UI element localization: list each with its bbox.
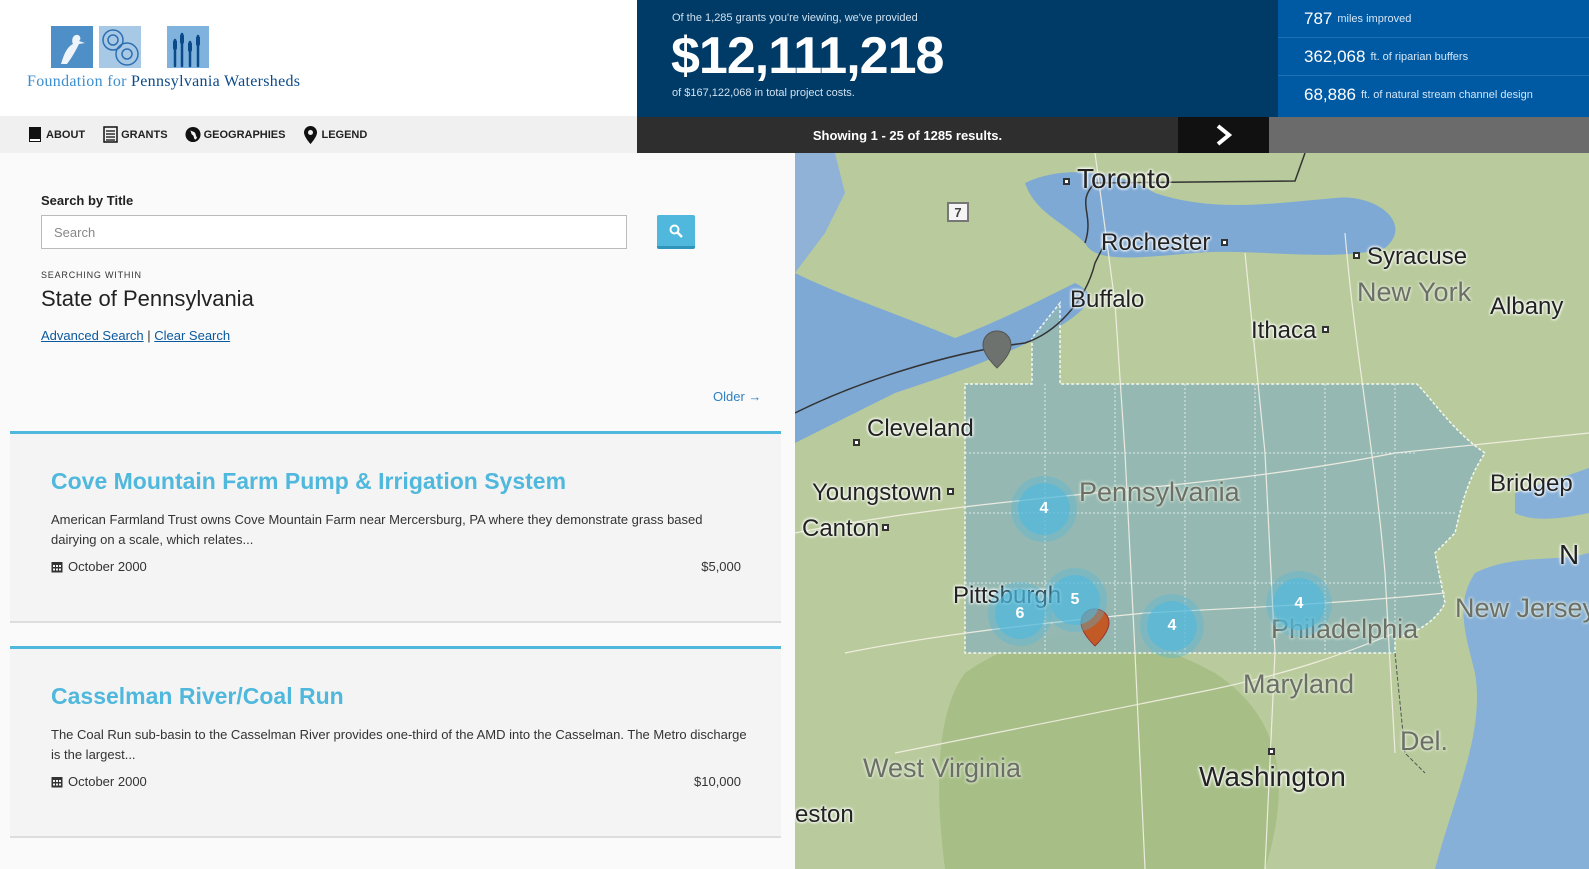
search-label: Search by Title bbox=[41, 193, 134, 208]
grant-title[interactable]: Cove Mountain Farm Pump & Irrigation Sys… bbox=[51, 468, 566, 495]
place-label: Rochester bbox=[1101, 229, 1211, 256]
list-icon bbox=[102, 126, 118, 144]
place-label: eston bbox=[795, 801, 854, 828]
grant-cluster[interactable]: 5 bbox=[1050, 575, 1100, 625]
place-label: Ithaca bbox=[1251, 317, 1317, 344]
grant-card[interactable]: Cove Mountain Farm Pump & Irrigation Sys… bbox=[10, 431, 781, 623]
region-label: Maryland bbox=[1243, 669, 1355, 699]
city-dot bbox=[1353, 252, 1360, 259]
grant-date: October 2000 bbox=[51, 774, 147, 789]
funding-summary: Of the 1,285 grants you're viewing, we'v… bbox=[637, 0, 1278, 117]
older-link[interactable]: Older → bbox=[713, 389, 761, 404]
grant-amount: $5,000 bbox=[701, 559, 741, 574]
search-links: Advanced Search | Clear Search bbox=[41, 328, 231, 343]
calendar-icon bbox=[51, 562, 63, 573]
region-label: New Jersey bbox=[1455, 593, 1589, 623]
search-icon bbox=[669, 224, 683, 238]
grant-description: The Coal Run sub-basin to the Casselman … bbox=[51, 727, 747, 762]
city-dot bbox=[1221, 239, 1228, 246]
grant-cluster[interactable]: 6 bbox=[995, 589, 1045, 639]
grant-date: October 2000 bbox=[51, 559, 147, 574]
highway-shield: 7 bbox=[947, 202, 969, 222]
nav-grants[interactable]: GRANTS bbox=[102, 126, 168, 144]
page: Foundation for Pennsylvania Watersheds O… bbox=[0, 0, 1589, 869]
stat-miles: 787 miles improved bbox=[1278, 0, 1589, 38]
region-label: Del. bbox=[1400, 726, 1449, 756]
nav-geographies[interactable]: GEOGRAPHIES bbox=[185, 126, 285, 144]
book-icon bbox=[27, 126, 43, 144]
map-pin-icon bbox=[302, 125, 318, 144]
region-label: New York bbox=[1357, 277, 1472, 307]
searching-within-value: State of Pennsylvania bbox=[41, 286, 254, 311]
region-label: Pennsylvania bbox=[1079, 477, 1240, 507]
search-button[interactable] bbox=[657, 215, 695, 249]
brand-name: Foundation for Pennsylvania Watersheds bbox=[27, 73, 301, 90]
logo-area[interactable]: Foundation for Pennsylvania Watersheds bbox=[0, 0, 637, 116]
nav-legend[interactable]: LEGEND bbox=[302, 125, 367, 144]
place-label: Bridgep bbox=[1490, 470, 1573, 497]
stat-riparian-buffers: 362,068 ft. of riparian buffers bbox=[1278, 38, 1589, 76]
grant-cluster[interactable]: 4 bbox=[1018, 483, 1070, 535]
impact-stats: 787 miles improved 362,068 ft. of riparian… bbox=[1278, 0, 1589, 117]
searching-within-label: SEARCHING WITHIN bbox=[41, 270, 142, 280]
city-dot bbox=[882, 524, 889, 531]
grant-card[interactable]: Casselman River/Coal Run The Coal Run su… bbox=[10, 646, 781, 838]
globe-icon bbox=[185, 126, 201, 144]
ripples-logo-icon bbox=[99, 26, 141, 68]
calendar-icon bbox=[51, 777, 63, 788]
grant-description: American Farmland Trust owns Cove Mounta… bbox=[51, 512, 703, 547]
nav-about[interactable]: ABOUT bbox=[27, 126, 85, 144]
main-nav: ABOUT GRANTS GEOGRAPHIES LEGEND bbox=[0, 116, 637, 153]
funding-intro: Of the 1,285 grants you're viewing, we'v… bbox=[672, 12, 918, 24]
city-dot bbox=[1322, 326, 1329, 333]
results-bar-spacer bbox=[1269, 117, 1589, 153]
grant-title[interactable]: Casselman River/Coal Run bbox=[51, 683, 344, 710]
city-dot bbox=[1063, 178, 1070, 185]
city-dot bbox=[1268, 748, 1275, 755]
place-label: Buffalo bbox=[1070, 286, 1145, 313]
heron-logo-icon bbox=[51, 26, 93, 68]
city-dot bbox=[947, 488, 954, 495]
place-label: Toronto bbox=[1077, 163, 1171, 194]
city-dot bbox=[853, 439, 860, 446]
place-label: Washington bbox=[1199, 761, 1346, 792]
region-label: West Virginia bbox=[863, 753, 1022, 783]
funding-project-costs: of $167,122,068 in total project costs. bbox=[672, 87, 855, 99]
place-label: Canton bbox=[802, 515, 880, 542]
stat-stream-channel: 68,886 ft. of natural stream channel desi… bbox=[1304, 85, 1533, 104]
place-label: Youngstown bbox=[812, 479, 942, 506]
grant-amount: $10,000 bbox=[694, 774, 741, 789]
place-label: Cleveland bbox=[867, 415, 974, 442]
chevron-right-icon bbox=[1216, 124, 1232, 146]
next-results-button[interactable] bbox=[1178, 117, 1269, 153]
advanced-search-link[interactable]: Advanced Search bbox=[41, 328, 144, 343]
place-label: N bbox=[1559, 539, 1580, 570]
search-input[interactable] bbox=[41, 215, 627, 249]
funding-total: $12,111,218 bbox=[671, 27, 944, 85]
cattails-logo-icon bbox=[167, 26, 209, 68]
results-count: Showing 1 - 25 of 1285 results. bbox=[637, 117, 1178, 153]
logo-graphic bbox=[51, 26, 209, 68]
grant-cluster[interactable]: 4 bbox=[1147, 601, 1197, 651]
place-label: Albany bbox=[1490, 293, 1564, 320]
place-label: Syracuse bbox=[1367, 243, 1468, 270]
clear-search-link[interactable]: Clear Search bbox=[154, 328, 230, 343]
grant-cluster[interactable]: 4 bbox=[1273, 578, 1325, 630]
search-sidebar: Search by Title SEARCHING WITHIN State o… bbox=[0, 153, 795, 869]
grants-map[interactable]: 7 Toronto Rochester Syracuse New York Al… bbox=[795, 153, 1589, 869]
